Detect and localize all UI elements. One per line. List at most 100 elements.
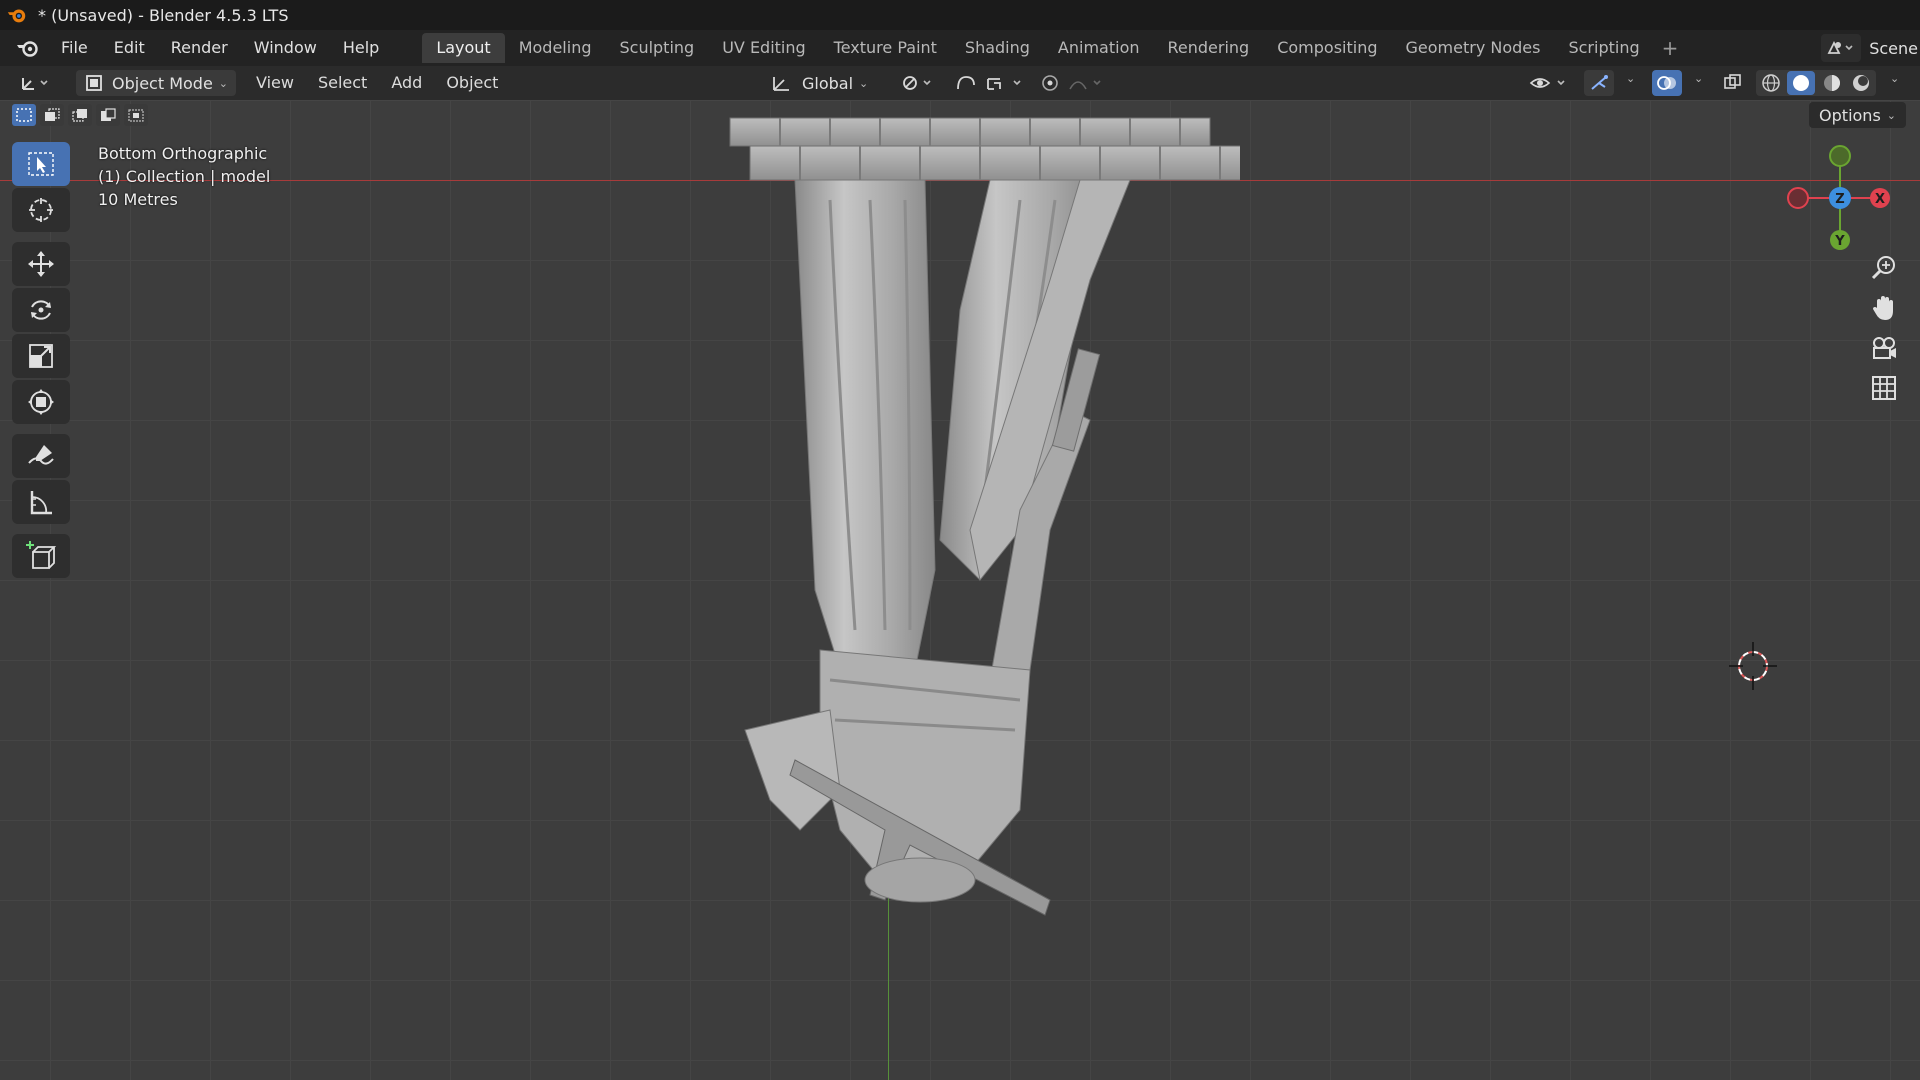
tab-compositing[interactable]: Compositing [1263,33,1391,63]
tool-transform[interactable] [12,380,70,424]
tab-uv-editing[interactable]: UV Editing [708,33,819,63]
select-subtract-icon [72,109,87,122]
select-invert-button[interactable] [96,104,120,126]
chevron-down-icon: ⌄ [859,76,869,90]
blender-logo-icon [7,9,26,23]
select-subtract-button[interactable] [68,104,92,126]
proportional-editing-controls[interactable] [1040,70,1110,96]
tool-scale[interactable] [12,334,70,378]
blender-menu-button[interactable] [8,33,48,63]
tab-sculpting[interactable]: Sculpting [605,33,708,63]
scene-selector: Scene [1821,30,1920,66]
snapping-controls[interactable] [950,70,1034,96]
tab-scripting[interactable]: Scripting [1554,33,1653,63]
tool-select-box[interactable] [12,142,70,186]
menu-object[interactable]: Object [434,70,510,96]
menu-help[interactable]: Help [330,33,392,63]
viewport-navigation [1864,250,1904,410]
scene-name[interactable]: Scene [1869,39,1920,58]
navigation-gizmo[interactable]: X Y Z [1774,140,1894,260]
tab-texture-paint[interactable]: Texture Paint [820,33,951,63]
select-intersect-icon [128,109,144,122]
visibility-dropdown[interactable] [1526,70,1576,96]
add-cube-icon [26,541,57,569]
overlays-dropdown-chevron-icon[interactable]: ⌄ [1694,72,1703,85]
view-info-overlay: Bottom Orthographic (1) Collection | mod… [98,142,270,211]
scene-browse-button[interactable] [1821,34,1862,62]
tab-geometry-nodes[interactable]: Geometry Nodes [1392,33,1555,63]
menu-add[interactable]: Add [379,70,434,96]
tab-animation[interactable]: Animation [1044,33,1154,63]
transform-orientation-dropdown[interactable]: Global ⌄ [770,70,886,96]
sculpted-model[interactable] [720,110,1240,960]
rendered-shading-icon[interactable] [1848,72,1874,94]
tool-rotate[interactable] [12,288,70,332]
shading-dropdown-chevron-icon[interactable]: ⌄ [1890,72,1899,85]
gizmo-y-label: Y [1834,234,1845,249]
select-intersect-button[interactable] [124,104,148,126]
shading-mode-group [1756,70,1876,96]
annotate-icon [28,445,54,465]
gizmo-neg-x-handle[interactable] [1787,187,1809,209]
rotate-icon [31,300,51,320]
menu-view[interactable]: View [244,70,306,96]
select-invert-icon [101,108,116,121]
gizmo-x-label: X [1875,192,1885,207]
grid-icon [1872,376,1896,400]
select-extend-button[interactable] [40,104,64,126]
editor-type-icon [22,78,48,90]
top-bar: File Edit Render Window Help Layout Mode… [0,30,1920,66]
tool-cursor[interactable] [12,188,70,232]
zoom-icon [1871,256,1895,280]
tab-modeling[interactable]: Modeling [505,33,606,63]
collection-label: (1) Collection | model [98,167,271,186]
tool-move[interactable] [12,242,70,286]
material-preview-icon[interactable] [1819,72,1845,94]
menu-select[interactable]: Select [306,70,379,96]
proportional-editing-icon [1042,75,1101,91]
tab-rendering[interactable]: Rendering [1154,33,1264,63]
gizmo-neg-y-handle[interactable] [1829,145,1851,167]
camera-view-button[interactable] [1864,330,1904,366]
orientation-label: Global [802,73,854,93]
xray-toggle-button[interactable] [1718,70,1748,96]
menu-window[interactable]: Window [241,33,330,63]
options-dropdown[interactable]: Options ⌄ [1809,102,1906,128]
select-new-icon [16,108,32,122]
object-mode-label: Object Mode [112,73,213,93]
object-mode-dropdown[interactable]: Object Mode ⌄ [76,70,236,96]
zoom-button[interactable] [1864,250,1904,286]
scale-icon [29,344,53,368]
solid-shading-button[interactable] [1787,71,1816,95]
tab-layout[interactable]: Layout [422,33,505,63]
pan-button[interactable] [1864,290,1904,326]
wireframe-shading-icon[interactable] [1758,72,1784,94]
add-workspace-button[interactable]: + [1654,33,1687,63]
pivot-point-dropdown[interactable] [896,70,940,96]
measure-icon [30,491,52,515]
select-new-button[interactable] [12,104,36,126]
overlays-toggle-button[interactable] [1652,70,1682,96]
editor-type-button[interactable] [14,70,58,96]
3d-cursor-icon[interactable] [1725,638,1781,694]
tool-annotate[interactable] [12,434,70,478]
toolbar-separator [12,526,72,534]
gizmo-icon [1591,75,1608,90]
projection-toggle-button[interactable] [1864,370,1904,406]
gizmo-toggle-button[interactable] [1584,70,1614,96]
tab-shading[interactable]: Shading [951,33,1044,63]
tool-measure[interactable] [12,480,70,524]
menu-render[interactable]: Render [158,33,241,63]
coat-left-panel [794,179,936,671]
chevron-down-icon: ⌄ [1886,108,1896,122]
toolbar-separator [12,234,72,242]
viewport-header: Object Mode ⌄ View Select Add Object Glo… [0,66,1920,100]
tool-add-cube[interactable] [12,534,70,578]
transform-icon [28,389,54,415]
gizmo-dropdown-chevron-icon[interactable]: ⌄ [1626,72,1635,85]
menu-edit[interactable]: Edit [101,33,158,63]
hand-icon [1873,296,1893,320]
eye-icon [1529,78,1565,88]
menu-file[interactable]: File [48,33,101,63]
scene-icon [1827,40,1853,54]
